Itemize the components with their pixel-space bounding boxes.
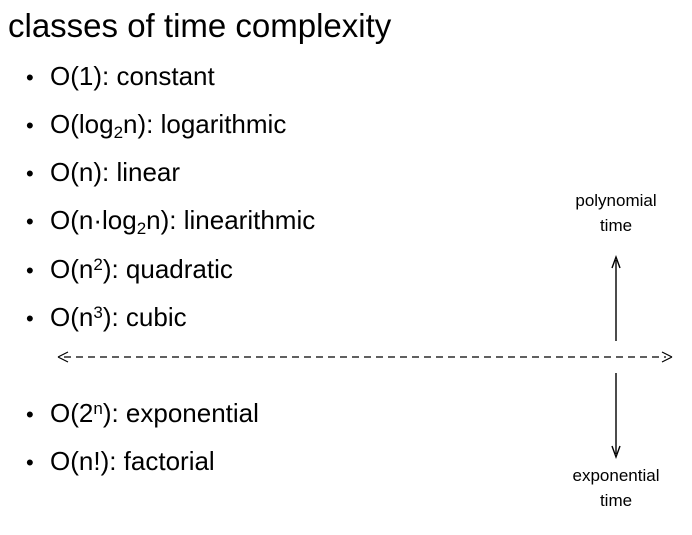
divider-right-arrowhead-icon [661,351,673,363]
arrows-diagram [57,254,673,460]
